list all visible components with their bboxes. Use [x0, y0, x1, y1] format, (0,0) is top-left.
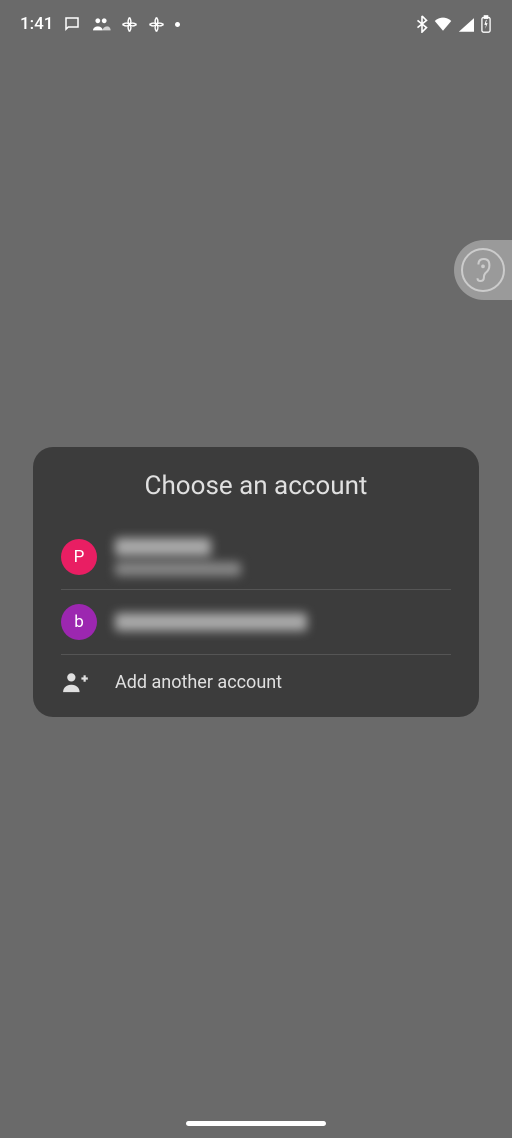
wifi-icon [434, 17, 452, 31]
status-left: 1:41 [20, 14, 180, 34]
account-text [115, 538, 241, 576]
account-item[interactable]: P [33, 525, 479, 589]
person-add-icon [61, 671, 95, 693]
accessibility-bubble[interactable] [454, 240, 512, 300]
bluetooth-icon [416, 15, 428, 33]
ear-icon [461, 248, 505, 292]
notification-dot-icon [175, 22, 180, 27]
account-name [115, 613, 307, 631]
people-icon [91, 16, 111, 32]
status-bar: 1:41 [0, 0, 512, 48]
battery-charging-icon [480, 15, 492, 33]
account-text [115, 613, 307, 631]
avatar: P [61, 539, 97, 575]
navigation-handle[interactable] [186, 1121, 326, 1126]
pinwheel-icon [148, 16, 165, 33]
avatar: b [61, 604, 97, 640]
account-item[interactable]: b [33, 590, 479, 654]
account-chooser-dialog: Choose an account P b Add a [33, 447, 479, 717]
dialog-title: Choose an account [33, 471, 479, 501]
message-icon [63, 15, 81, 33]
pinwheel-icon [121, 16, 138, 33]
signal-icon [458, 17, 474, 32]
add-account-button[interactable]: Add another account [33, 655, 479, 709]
status-time: 1:41 [20, 14, 53, 34]
status-right [416, 15, 492, 33]
add-account-label: Add another account [115, 672, 282, 693]
account-name [115, 538, 241, 576]
